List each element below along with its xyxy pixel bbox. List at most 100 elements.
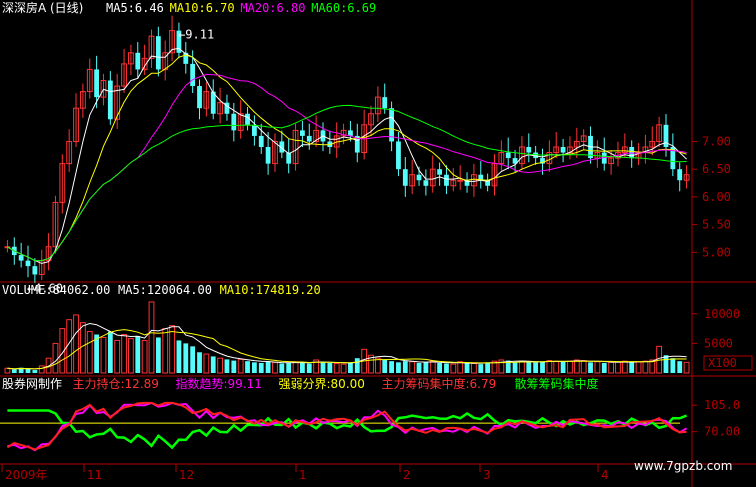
- volume-bar: [629, 362, 635, 373]
- volume-bar: [416, 362, 422, 373]
- volume-bar: [190, 346, 196, 373]
- x-axis-label: 1: [299, 468, 307, 482]
- candle-body: [629, 147, 635, 159]
- volume-bar: [553, 360, 560, 374]
- candle-body: [505, 152, 511, 159]
- candle-body: [18, 255, 24, 261]
- volume-bar: [635, 361, 642, 374]
- volume-legend-1: MA5:120064.00: [118, 283, 212, 297]
- volume-bar: [340, 363, 347, 374]
- candle-body: [251, 124, 257, 136]
- ma-legend-1: MA10:6.70: [170, 1, 235, 15]
- volume-bar: [663, 355, 669, 373]
- volume-bar: [292, 361, 299, 374]
- x-axis-label: 2009年: [5, 468, 48, 482]
- volume-bar: [210, 356, 216, 373]
- volume-bar: [601, 362, 607, 373]
- volume-bar: [333, 363, 340, 374]
- volume-bar: [540, 361, 545, 373]
- volume-bar: [567, 360, 573, 374]
- x-axis-label: 12: [179, 468, 194, 482]
- indicator-legend-5: 散筹筹码集中度: [515, 376, 599, 391]
- indicator-tick-label: 70.00: [704, 425, 740, 439]
- candle-body: [231, 113, 237, 131]
- volume-legend-2: MA10:174819.20: [220, 283, 321, 297]
- candle-body: [396, 141, 401, 170]
- volume-bar: [396, 362, 401, 373]
- x-axis-label: 11: [87, 468, 102, 482]
- volume-bar: [107, 331, 113, 373]
- volume-bar: [642, 360, 649, 374]
- volume-bar: [670, 358, 676, 373]
- candle-body: [135, 52, 141, 70]
- volume-bar: [374, 357, 381, 374]
- volume-bar: [52, 342, 59, 374]
- volume-bar: [478, 364, 484, 373]
- volume-bar: [444, 363, 449, 373]
- volume-bar: [245, 361, 250, 373]
- volume-bar: [327, 362, 333, 373]
- volume-bar: [286, 362, 292, 373]
- indicator-legend-1: 主力持仓:12.89: [73, 376, 159, 391]
- candle-body: [306, 135, 312, 142]
- x-axis-label: 3: [483, 468, 491, 482]
- ma-legend-0: MA5:6.46: [106, 1, 164, 15]
- price-tick-label: 6.50: [702, 162, 731, 176]
- volume-bar: [169, 325, 175, 374]
- volume-bar: [423, 362, 429, 373]
- indicator-legend-4: 主力筹码集中度:6.79: [382, 376, 497, 391]
- x-axis-label: 4: [601, 468, 609, 482]
- candle-body: [25, 260, 31, 267]
- candle-body: [402, 169, 408, 186]
- volume-bar: [251, 362, 257, 373]
- candle-body: [94, 69, 100, 98]
- stock-title: 深深房A: [2, 0, 47, 15]
- volume-bar: [162, 328, 169, 374]
- period-label: (日线): [50, 1, 83, 15]
- volume-bar: [485, 362, 491, 373]
- volume-bar: [176, 340, 182, 373]
- volume-bar: [560, 361, 566, 373]
- ma-legend-3: MA60:6.69: [311, 1, 376, 15]
- candle-body: [348, 130, 353, 136]
- volume-bar: [183, 343, 189, 373]
- volume-bar: [608, 361, 615, 374]
- volume-bar: [217, 357, 223, 374]
- x-axis-label: 2: [403, 468, 411, 482]
- volume-bar: [203, 353, 210, 374]
- candle-body: [677, 169, 683, 181]
- price-tick-label: 5.00: [702, 245, 731, 259]
- volume-bar: [258, 362, 264, 373]
- volume-bar: [128, 338, 134, 374]
- volume-bar: [615, 361, 621, 374]
- stock-chart-window: 深深房A (日线) MA5:6.46 MA10:6.70 MA20:6.80 MA60:6…: [0, 0, 756, 487]
- volume-bar: [306, 363, 312, 373]
- chart-canvas: 深深房A (日线) MA5:6.46 MA10:6.70 MA20:6.80 MA60:6…: [0, 0, 756, 487]
- volume-bar: [265, 361, 271, 373]
- volume-bar: [382, 359, 388, 373]
- max-price-label: ←9.11: [178, 28, 214, 42]
- volume-bar: [4, 367, 11, 374]
- candle-body: [190, 63, 196, 87]
- volume-bar: [450, 363, 457, 374]
- volume-bar: [320, 362, 326, 373]
- volume-bar: [114, 339, 121, 374]
- volume-bar: [32, 370, 38, 373]
- candle-body: [265, 147, 271, 164]
- volume-bar: [348, 362, 353, 373]
- volume-bar: [86, 331, 93, 374]
- volume-bar: [389, 361, 394, 373]
- volume-bar: [38, 365, 45, 374]
- volume-bar: [429, 360, 436, 374]
- volume-bar: [546, 360, 553, 374]
- volume-bar: [25, 368, 31, 373]
- indicator-tick-label: 105.0: [704, 398, 740, 412]
- volume-bar: [594, 361, 601, 374]
- volume-legend-0: VOLUME:84062.00: [2, 283, 110, 297]
- watermark-text: www.7gpzb.com: [634, 459, 732, 473]
- candle-body: [155, 36, 161, 70]
- volume-bar: [526, 361, 532, 373]
- volume-tick-label: 10000: [704, 307, 740, 321]
- volume-bar: [100, 336, 107, 374]
- volume-bar: [237, 358, 244, 374]
